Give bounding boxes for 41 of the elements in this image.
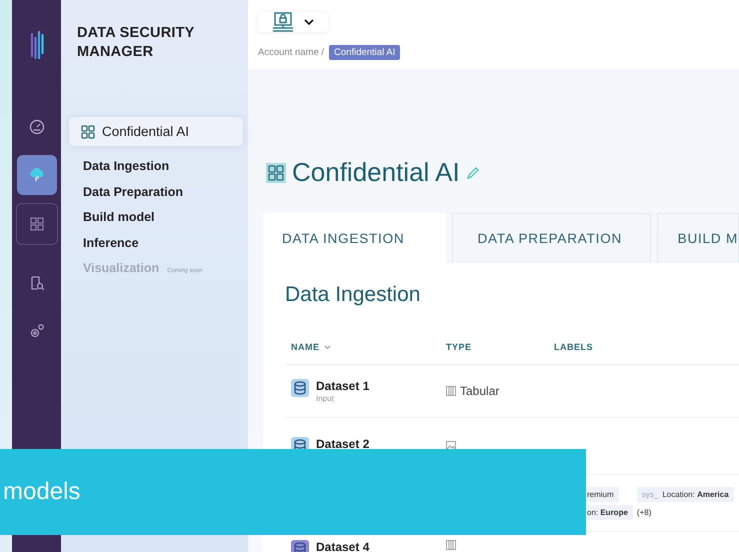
nav-item[interactable]: Data Ingestion: [83, 154, 170, 180]
columns-icon: [446, 386, 456, 396]
dataset-name[interactable]: Dataset 4: [316, 540, 370, 552]
rail-item[interactable]: [16, 155, 56, 195]
dataset-name[interactable]: Dataset 1: [316, 379, 370, 393]
dataset-name[interactable]: Dataset 2: [316, 437, 370, 451]
tab[interactable]: DATA INGESTION: [263, 213, 446, 263]
project-item[interactable]: Confidential AI: [69, 117, 243, 146]
project-label: Confidential AI: [102, 124, 190, 139]
nav-item[interactable]: Build model: [83, 205, 155, 230]
grid-icon: [81, 124, 95, 138]
tab[interactable]: BUILD M: [656, 213, 739, 263]
locked-laptop-icon: [272, 12, 294, 32]
grid-icon: [28, 216, 44, 232]
more-labels-count[interactable]: (+8): [636, 508, 652, 516]
database-icon: [291, 379, 309, 397]
label-tag: sys_ Location: America: [636, 486, 734, 502]
dataset-role: Input: [316, 394, 335, 403]
grid-icon: [266, 162, 286, 182]
rail-item[interactable]: [16, 203, 58, 245]
caret-icon: [304, 18, 314, 26]
document-search-icon: [28, 275, 44, 291]
section-title: Data Ingestion: [285, 283, 422, 307]
gauge-icon: [28, 119, 44, 135]
caption-text: models: [3, 478, 80, 506]
breadcrumb-current[interactable]: Confidential AI: [329, 45, 400, 60]
column-header: TYPE: [446, 342, 473, 352]
gears-icon: [28, 323, 44, 339]
logo-icon: [30, 30, 44, 62]
page-title: Confidential AI: [292, 157, 460, 188]
tab[interactable]: DATA PREPARATION: [452, 213, 651, 263]
nav-item[interactable]: Data Preparation: [83, 180, 184, 205]
brain-cloud-icon: [28, 167, 44, 183]
app-title: DATA SECURITY MANAGER: [76, 24, 196, 62]
nav-item[interactable]: Inference: [83, 230, 139, 256]
columns-icon: [446, 540, 456, 550]
type-label: Tabular: [460, 384, 500, 398]
column-header: LABELS: [554, 342, 594, 352]
column-header[interactable]: NAME: [291, 342, 446, 352]
device-dropdown[interactable]: [258, 12, 328, 32]
breadcrumb-link[interactable]: Account name /: [258, 47, 324, 58]
